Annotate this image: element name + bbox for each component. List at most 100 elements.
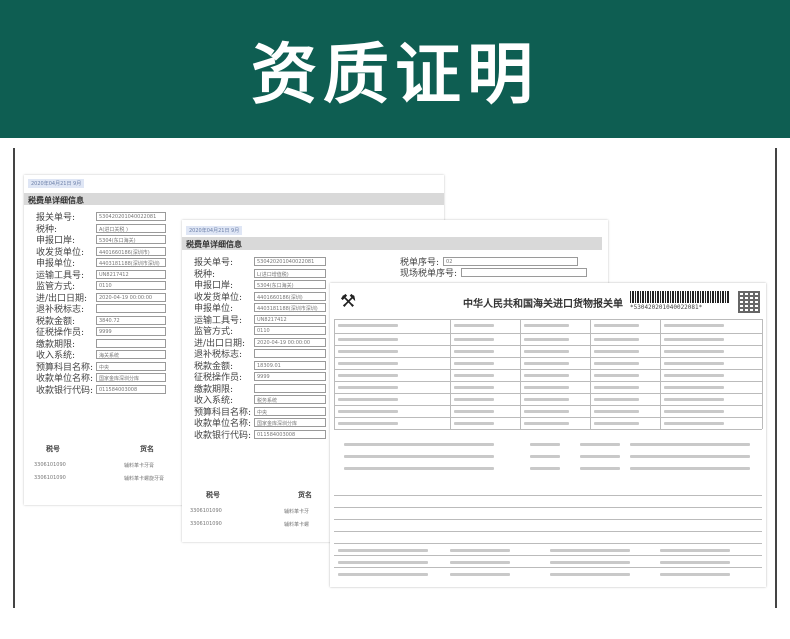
document-date: 2020年04月21日 9月 [28, 179, 85, 188]
frame-left-line [13, 148, 15, 608]
document-date: 2020年04月21日 9月 [186, 226, 243, 235]
table-row-0-tax-no: 3306101090 [34, 462, 66, 468]
form-text-line [594, 398, 639, 401]
form-text-line [630, 455, 750, 458]
form-grid-line [334, 519, 762, 520]
form-text-line [454, 386, 494, 389]
field-value [96, 338, 166, 348]
table-head-goods: 货名 [140, 445, 154, 453]
form-text-line [344, 467, 494, 470]
field-value [254, 349, 326, 358]
form-grid-line [334, 543, 762, 544]
customs-declaration-form: ⚒ 中华人民共和国海关进口货物报关单 *530420201040022081* [330, 283, 766, 587]
field-row: 收款银行代码: 011584003008 [194, 428, 326, 441]
field-value: UN8217412 [254, 314, 326, 324]
table-row-1-tax-no: 3306101090 [34, 475, 66, 481]
field-value: 9999 [254, 372, 326, 381]
field-value: 中央 [254, 406, 326, 416]
field-value: 2020-04-19 00:00:00 [254, 337, 326, 347]
form-grid-line [334, 531, 762, 532]
table-head-tax-no: 税号 [206, 491, 220, 499]
table-head-goods: 货名 [298, 491, 312, 499]
table-row-1-goods: 辅料革卡螺 [284, 522, 310, 528]
field-label: 收款银行代码: [36, 385, 94, 396]
form-text-line [454, 410, 494, 413]
form-grid-line [334, 369, 762, 370]
form-text-line [338, 324, 398, 327]
field-value: 海关系统 [96, 350, 166, 359]
form-text-line [524, 422, 569, 425]
field-value: 18309.01 [254, 360, 326, 370]
field-value: 4401660186(深圳市) [96, 246, 166, 256]
customs-emblem-icon: ⚒ [340, 291, 357, 312]
form-text-line [580, 467, 620, 470]
form-text-line [338, 374, 398, 377]
form-text-line [524, 350, 569, 353]
form-text-line [530, 443, 560, 446]
form-text-line [530, 467, 560, 470]
form-grid-line [334, 495, 762, 496]
form-text-line [524, 362, 569, 365]
form-text-line [338, 561, 428, 564]
form-text-line [338, 386, 398, 389]
form-text-line [338, 573, 428, 576]
form-text-line [580, 455, 620, 458]
field-value: 中央 [96, 361, 166, 371]
form-grid-line [520, 319, 521, 429]
table-row-1-tax-no: 3306101090 [190, 521, 222, 527]
form-text-line [454, 398, 494, 401]
form-text-line [524, 386, 569, 389]
form-text-line [594, 422, 639, 425]
form-text-line [550, 561, 630, 564]
field-value [96, 304, 166, 313]
barcode-number: *530420201040022081* [630, 304, 703, 311]
field-value: 税务系统 [254, 395, 326, 404]
form-text-line [454, 350, 494, 353]
form-text-line [594, 362, 639, 365]
form-text-line [338, 422, 398, 425]
form-text-line [450, 573, 510, 576]
field-value: 4401660186(深圳) [254, 291, 326, 301]
field-value: 9999 [96, 327, 166, 336]
form-grid-line [450, 319, 451, 429]
field-row: 收款银行代码: 011584003008 [36, 383, 166, 396]
field-value [254, 383, 326, 393]
field-value: 3840.72 [96, 315, 166, 325]
form-text-line [664, 350, 724, 353]
form-text-line [594, 410, 639, 413]
side-field-site-seq: 现场税单序号: [400, 266, 588, 279]
form-grid-line [334, 405, 762, 406]
form-text-line [664, 398, 724, 401]
form-grid-line [334, 417, 762, 418]
form-text-line [450, 549, 510, 552]
barcode-icon [630, 291, 730, 303]
field-value: 0110 [96, 281, 166, 290]
form-text-line [454, 374, 494, 377]
field-value: 011584003008 [96, 384, 166, 394]
form-text-line [524, 324, 569, 327]
form-text-line [454, 422, 494, 425]
form-text-line [660, 549, 730, 552]
form-text-line [594, 324, 639, 327]
form-text-line [594, 386, 639, 389]
form-text-line [550, 549, 630, 552]
form-text-line [594, 350, 639, 353]
field-value: 4403181188(深圳市深圳) [96, 258, 166, 267]
table-row-0-tax-no: 3306101090 [190, 508, 222, 514]
form-grid-line [334, 429, 762, 430]
form-text-line [338, 398, 398, 401]
document-heading: 税费单详细信息 [24, 193, 444, 205]
form-grid-line [334, 319, 335, 429]
table-row-1-goods: 辅料革卡螺旋牙膏 [124, 476, 165, 482]
form-text-line [524, 410, 569, 413]
form-text-line [344, 443, 494, 446]
form-grid-line [762, 319, 763, 429]
form-text-line [338, 338, 398, 341]
field-value: L(进口增值税) [254, 268, 326, 278]
form-text-line [664, 386, 724, 389]
field-value: 4403181188(深圳市深圳) [254, 303, 326, 312]
header-banner: 资质证明 [0, 0, 790, 138]
form-text-line [524, 374, 569, 377]
form-text-line [454, 362, 494, 365]
page-title: 资质证明 [251, 36, 539, 113]
